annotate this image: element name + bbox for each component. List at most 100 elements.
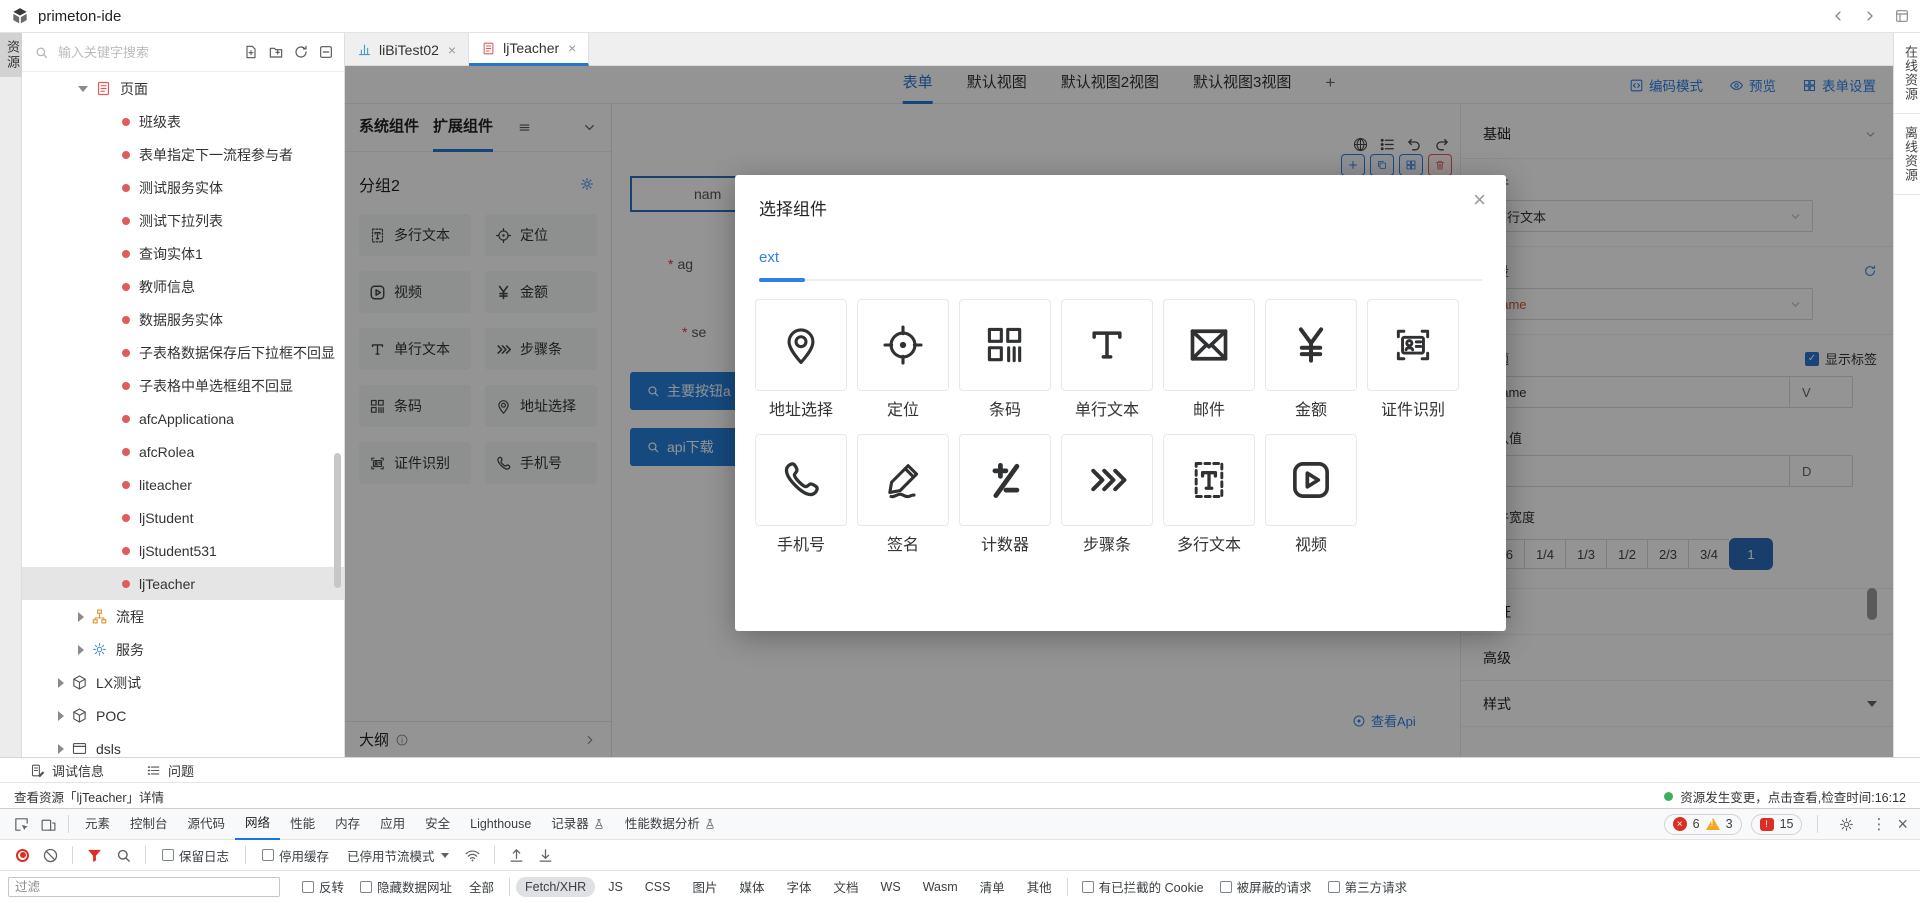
status-left[interactable]: 查看资源「ljTeacher」详情 bbox=[14, 787, 164, 806]
debug-bar-问题[interactable]: 问题 bbox=[146, 761, 194, 780]
tree-item-流程[interactable]: 流程 bbox=[22, 600, 344, 633]
rail-tab-resources[interactable]: 资源 bbox=[0, 33, 22, 77]
filter-chip-清单[interactable]: 清单 bbox=[971, 874, 1014, 899]
nav-forward-icon[interactable] bbox=[1862, 8, 1878, 24]
tree-item-LX测试[interactable]: LX测试 bbox=[22, 666, 344, 699]
tree-item-测试服务实体[interactable]: 测试服务实体 bbox=[22, 171, 344, 204]
filter-chip-字体[interactable]: 字体 bbox=[778, 874, 821, 899]
modal-component-单行文本[interactable]: 单行文本 bbox=[1061, 299, 1153, 420]
search-icon[interactable] bbox=[115, 847, 132, 864]
tree-item-liteacher[interactable]: liteacher bbox=[22, 468, 344, 501]
modal-component-多行文本[interactable]: 多行文本 bbox=[1163, 434, 1255, 555]
filter-chip-JS[interactable]: JS bbox=[599, 877, 632, 897]
filter-chip-图片[interactable]: 图片 bbox=[683, 874, 726, 899]
modal-component-条码[interactable]: 条码 bbox=[959, 299, 1051, 420]
caret-right-icon[interactable] bbox=[78, 645, 84, 655]
clear-icon[interactable] bbox=[42, 847, 59, 864]
modal-component-签名[interactable]: 签名 bbox=[857, 434, 949, 555]
tree-scrollbar[interactable] bbox=[334, 453, 341, 588]
modal-component-视频[interactable]: 视频 bbox=[1265, 434, 1357, 555]
filter-chip-CSS[interactable]: CSS bbox=[636, 877, 680, 897]
device-toolbar-icon[interactable] bbox=[40, 816, 57, 833]
disable-cache-checkbox[interactable]: 停用缓存 bbox=[262, 846, 329, 865]
devtools-tab-性能数据分析[interactable]: 性能数据分析 bbox=[615, 809, 726, 840]
filter-chip-Fetch/XHR[interactable]: Fetch/XHR bbox=[516, 877, 595, 897]
filter-all[interactable]: 全部 bbox=[460, 874, 503, 899]
preserve-log-checkbox[interactable]: 保留日志 bbox=[162, 846, 229, 865]
devtools-tab-记录器[interactable]: 记录器 bbox=[541, 809, 615, 840]
devtools-tab-网络[interactable]: 网络 bbox=[235, 809, 280, 840]
console-counts[interactable]: × 6 3 bbox=[1664, 814, 1742, 835]
close-tab-icon[interactable]: × bbox=[568, 41, 576, 55]
export-har-icon[interactable] bbox=[537, 847, 554, 864]
nav-back-icon[interactable] bbox=[1830, 8, 1846, 24]
tree-item-ljStudent[interactable]: ljStudent bbox=[22, 501, 344, 534]
tree-item-afcApplicationa[interactable]: afcApplicationa bbox=[22, 402, 344, 435]
tree-item-查询实体1[interactable]: 查询实体1 bbox=[22, 237, 344, 270]
close-tab-icon[interactable]: × bbox=[448, 43, 456, 57]
caret-down-icon[interactable] bbox=[78, 86, 88, 92]
tree-item-班级表[interactable]: 班级表 bbox=[22, 105, 344, 138]
tree-item-ljTeacher[interactable]: ljTeacher bbox=[22, 567, 344, 600]
collapse-all-icon[interactable] bbox=[318, 44, 334, 60]
devtools-tab-源代码[interactable]: 源代码 bbox=[178, 809, 236, 840]
devtools-tab-内存[interactable]: 内存 bbox=[325, 809, 370, 840]
inspect-element-icon[interactable] bbox=[13, 816, 30, 833]
record-icon[interactable] bbox=[16, 849, 29, 862]
status-right[interactable]: 资源发生变更，点击查看,检查时间:16:12 bbox=[1680, 787, 1906, 806]
tree-item-ljStudent531[interactable]: ljStudent531 bbox=[22, 534, 344, 567]
close-devtools-icon[interactable]: × bbox=[1897, 815, 1908, 833]
tree-item-页面[interactable]: 页面 bbox=[22, 72, 344, 105]
modal-component-邮件[interactable]: 邮件 bbox=[1163, 299, 1255, 420]
filter-check-被屏蔽的请求[interactable]: 被屏蔽的请求 bbox=[1220, 877, 1312, 896]
tree-item-dsls[interactable]: dsls bbox=[22, 732, 344, 757]
filter-chip-Wasm[interactable]: Wasm bbox=[914, 877, 967, 897]
devtools-tab-应用[interactable]: 应用 bbox=[370, 809, 415, 840]
debug-bar-调试信息[interactable]: 调试信息 bbox=[30, 761, 104, 780]
settings-gear-icon[interactable] bbox=[1838, 816, 1855, 833]
tree-item-子表格数据保存后下拉框不回显[interactable]: 子表格数据保存后下拉框不回显 bbox=[22, 336, 344, 369]
network-filter-input[interactable] bbox=[8, 877, 280, 897]
caret-right-icon[interactable] bbox=[58, 711, 64, 721]
right-rail-tab-在线资源[interactable]: 在线资源 bbox=[1894, 33, 1920, 114]
hide-data-urls-checkbox[interactable]: 隐藏数据网址 bbox=[360, 877, 452, 896]
tree-item-教师信息[interactable]: 教师信息 bbox=[22, 270, 344, 303]
editor-tab-liBiTest02[interactable]: liBiTest02× bbox=[345, 33, 469, 66]
devtools-tab-性能[interactable]: 性能 bbox=[280, 809, 325, 840]
modal-component-计数器[interactable]: 计数器 bbox=[959, 434, 1051, 555]
filter-funnel-icon[interactable] bbox=[86, 847, 103, 864]
caret-right-icon[interactable] bbox=[58, 678, 64, 688]
import-har-icon[interactable] bbox=[508, 847, 525, 864]
close-icon[interactable]: × bbox=[1473, 189, 1486, 211]
modal-component-手机号[interactable]: 手机号 bbox=[755, 434, 847, 555]
refresh-icon[interactable] bbox=[293, 44, 309, 60]
devtools-tab-元素[interactable]: 元素 bbox=[75, 809, 120, 840]
tree-item-数据服务实体[interactable]: 数据服务实体 bbox=[22, 303, 344, 336]
caret-right-icon[interactable] bbox=[58, 744, 64, 754]
right-rail-tab-离线资源[interactable]: 离线资源 bbox=[1894, 114, 1920, 195]
filter-chip-文档[interactable]: 文档 bbox=[825, 874, 868, 899]
tree-item-afcRolea[interactable]: afcRolea bbox=[22, 435, 344, 468]
new-folder-icon[interactable] bbox=[268, 44, 284, 60]
filter-chip-其他[interactable]: 其他 bbox=[1018, 874, 1061, 899]
modal-component-定位[interactable]: 定位 bbox=[857, 299, 949, 420]
devtools-tab-Lighthouse[interactable]: Lighthouse bbox=[460, 809, 541, 840]
throttling-select[interactable]: 已停用节流模式 bbox=[347, 846, 449, 865]
tree-item-表单指定下一流程参与者[interactable]: 表单指定下一流程参与者 bbox=[22, 138, 344, 171]
filter-check-第三方请求[interactable]: 第三方请求 bbox=[1328, 877, 1408, 896]
modal-tab-ext[interactable]: ext bbox=[759, 249, 779, 266]
filter-chip-WS[interactable]: WS bbox=[872, 877, 910, 897]
tree-item-子表格中单选框组不回显[interactable]: 子表格中单选框组不回显 bbox=[22, 369, 344, 402]
modal-component-证件识别[interactable]: 证件识别 bbox=[1367, 299, 1459, 420]
modal-component-步骤条[interactable]: 步骤条 bbox=[1061, 434, 1153, 555]
network-conditions-icon[interactable] bbox=[464, 847, 481, 864]
tree-item-服务[interactable]: 服务 bbox=[22, 633, 344, 666]
devtools-tab-控制台[interactable]: 控制台 bbox=[120, 809, 178, 840]
modal-component-金额[interactable]: 金额 bbox=[1265, 299, 1357, 420]
new-page-icon[interactable] bbox=[243, 44, 259, 60]
filter-check-有已拦截的 Cookie[interactable]: 有已拦截的 Cookie bbox=[1082, 877, 1204, 896]
kebab-menu-icon[interactable]: ⋮ bbox=[1869, 815, 1888, 833]
issues-count-badge[interactable]: ! 15 bbox=[1751, 814, 1803, 835]
invert-checkbox[interactable]: 反转 bbox=[302, 877, 344, 896]
search-input[interactable] bbox=[56, 44, 243, 61]
